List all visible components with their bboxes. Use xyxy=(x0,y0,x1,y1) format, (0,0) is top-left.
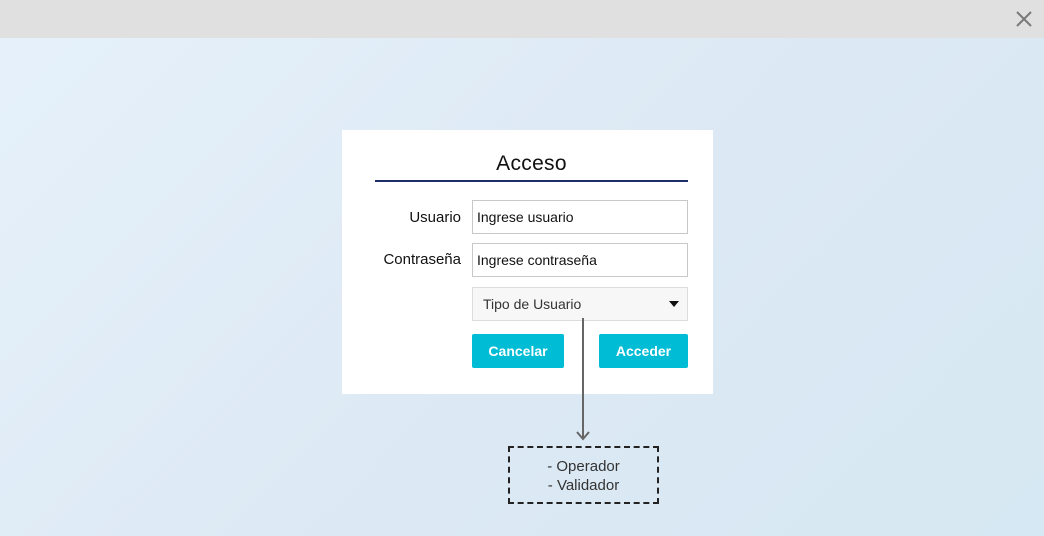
cancel-button[interactable]: Cancelar xyxy=(472,334,564,368)
caret-down-icon xyxy=(669,301,679,307)
option-operador: - Operador xyxy=(547,458,620,475)
username-input[interactable]: Ingrese usuario xyxy=(472,200,688,234)
submit-button[interactable]: Acceder xyxy=(599,334,688,368)
login-dialog: Acceso Usuario Ingrese usuario Contraseñ… xyxy=(342,130,713,394)
username-label: Usuario xyxy=(409,209,461,226)
option-validador: - Validador xyxy=(547,477,620,494)
password-label: Contraseña xyxy=(383,251,461,268)
user-type-selected: Tipo de Usuario xyxy=(483,296,582,312)
annotation-arrow-icon xyxy=(576,318,590,441)
login-page: Acceso Usuario Ingrese usuario Contraseñ… xyxy=(0,0,1044,536)
user-type-select[interactable]: Tipo de Usuario xyxy=(472,287,688,321)
user-type-options-note: - Operador - Validador xyxy=(508,446,659,504)
title-divider xyxy=(375,180,688,182)
close-icon[interactable] xyxy=(1014,9,1034,29)
window-title-bar xyxy=(0,0,1044,38)
dialog-title: Acceso xyxy=(496,152,567,175)
password-input[interactable]: Ingrese contraseña xyxy=(472,243,688,277)
